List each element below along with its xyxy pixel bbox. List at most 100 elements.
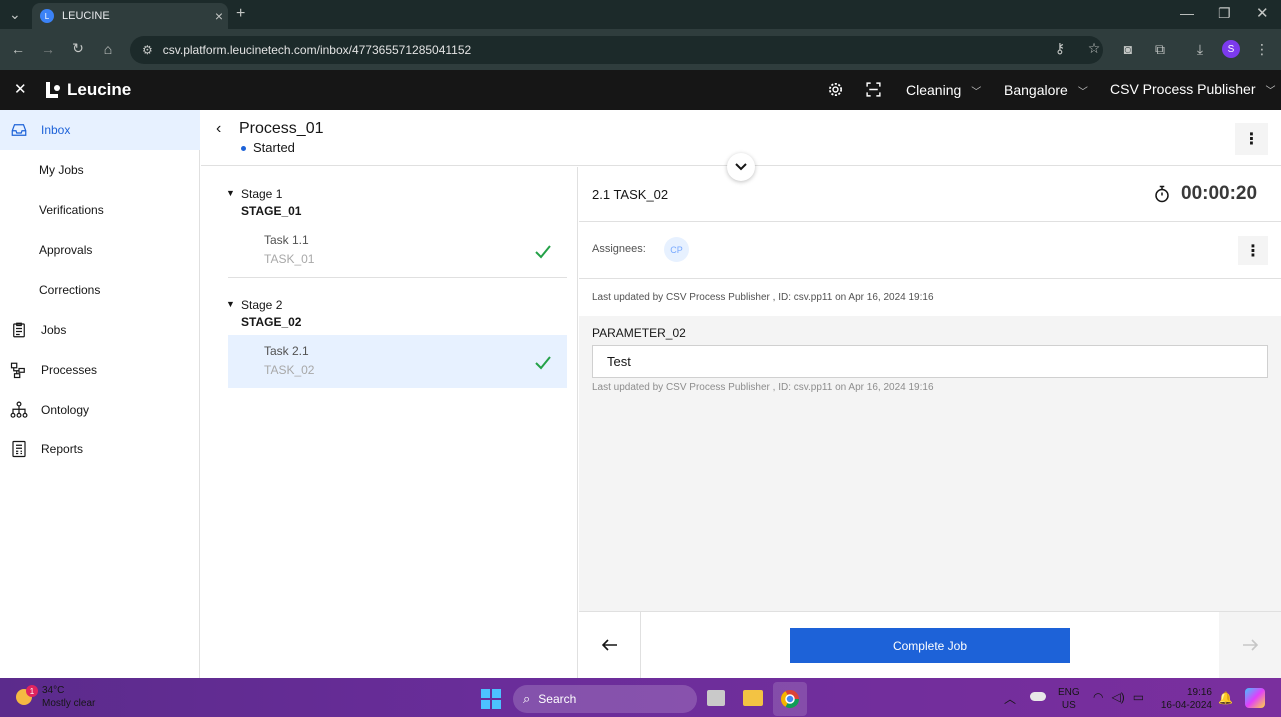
url-text: csv.platform.leucinetech.com/inbox/47736… (162, 43, 472, 57)
site-info-icon[interactable]: ⚙ (142, 43, 153, 57)
collapse-toggle[interactable] (727, 153, 755, 181)
download-icon[interactable]: ⤓ (1190, 41, 1210, 58)
assignees-label: Assignees: (592, 243, 646, 255)
status-badge: Started (241, 140, 295, 155)
new-tab-icon[interactable]: + (236, 5, 245, 23)
sidebar-item-ontology[interactable]: Ontology (0, 390, 200, 430)
restore-icon[interactable]: ❐ (1218, 5, 1231, 22)
user-select[interactable]: CSV Process Publisher ﹀ (1110, 81, 1276, 97)
leucine-logo-icon (46, 82, 60, 98)
password-key-icon[interactable]: ⚷ (1050, 40, 1070, 57)
sidebar-item-jobs[interactable]: Jobs (0, 310, 200, 350)
weather-badge: 1 (26, 685, 38, 697)
task-code: TASK_02 (264, 363, 315, 377)
scan-icon[interactable] (865, 81, 882, 103)
browser-tab[interactable]: L LEUCINE × (32, 3, 228, 29)
user-select-label: CSV Process Publisher (1110, 81, 1256, 97)
hierarchy-icon (9, 400, 29, 420)
parameter-input[interactable]: Test (592, 345, 1268, 378)
task-label: Task 2.1 (264, 344, 309, 358)
wifi-icon[interactable]: ◠ (1093, 690, 1103, 704)
minimize-icon[interactable]: — (1180, 5, 1194, 21)
parameter-label: PARAMETER_02 (592, 326, 686, 340)
copilot-icon[interactable] (1245, 688, 1265, 708)
close-nav-icon[interactable]: ✕ (14, 80, 27, 98)
chrome-icon (781, 690, 799, 709)
sidebar-item-approvals[interactable]: Approvals (0, 230, 200, 270)
process-icon (9, 360, 29, 380)
caret-down-icon[interactable]: ▼ (226, 299, 235, 309)
divider (228, 277, 567, 278)
sidebar-item-my-jobs[interactable]: My Jobs (0, 150, 200, 190)
weather-desc: Mostly clear (42, 698, 96, 709)
reload-icon[interactable]: ↻ (68, 40, 88, 57)
tab-close-icon[interactable]: × (210, 8, 228, 24)
back-chevron-icon[interactable]: ‹ (216, 120, 221, 138)
home-icon[interactable]: ⌂ (98, 41, 118, 57)
hidden-icons-chevron-icon[interactable]: ︿ (1004, 690, 1016, 707)
sidebar-item-label: Verifications (39, 203, 104, 217)
onedrive-cloud-icon[interactable] (1030, 692, 1046, 701)
sidebar-item-label: Corrections (39, 283, 101, 297)
page-title: Process_01 (239, 120, 324, 137)
tab-search-icon[interactable]: ⌄ (9, 6, 21, 23)
browser-menu-icon[interactable]: ⋮ (1252, 41, 1272, 58)
battery-icon[interactable]: ▭ (1133, 690, 1144, 704)
back-icon[interactable]: ← (8, 41, 28, 57)
lang-bottom: US (1061, 700, 1076, 711)
clock-date: 16-04-2024 (1160, 700, 1212, 711)
weather-widget[interactable]: 1 34°C Mostly clear (14, 684, 95, 710)
sidebar-item-processes[interactable]: Processes (0, 350, 200, 390)
notification-bell-icon[interactable]: 🔔 (1218, 691, 1233, 705)
arrow-left-icon (601, 639, 617, 651)
chrome-taskbar-button[interactable] (773, 682, 807, 716)
sidebar-item-label: Processes (41, 363, 98, 377)
task-label: Task 1.1 (264, 233, 309, 247)
sidebar-item-verifications[interactable]: Verifications (0, 190, 200, 230)
clock[interactable]: 19:16 16-04-2024 (1160, 686, 1212, 712)
inbox-icon (9, 120, 29, 140)
sidebar-item-label: Approvals (39, 243, 93, 257)
lang-top: ENG (1058, 687, 1080, 698)
sidebar-item-inbox[interactable]: Inbox (0, 110, 200, 150)
facility-select[interactable]: Cleaning ﹀ (906, 82, 981, 98)
sidebar-item-reports[interactable]: Reports (0, 429, 200, 469)
camera-extension-icon[interactable]: ◙ (1118, 41, 1138, 57)
task-last-updated: Last updated by CSV Process Publisher , … (592, 292, 934, 303)
logo-text: Leucine (67, 80, 132, 99)
app-logo[interactable]: Leucine (42, 80, 131, 100)
profile-avatar[interactable]: S (1222, 40, 1240, 58)
sidebar-item-label: Reports (41, 442, 84, 456)
window-close-icon[interactable]: ✕ (1256, 4, 1269, 22)
previous-task-button[interactable] (579, 612, 641, 678)
taskbar-search[interactable]: ⌕ Search (513, 685, 697, 713)
extensions-icon[interactable]: ⧉ (1150, 41, 1170, 58)
settings-gear-icon[interactable] (827, 81, 844, 103)
task-card[interactable]: Task 1.1 TASK_01 (228, 224, 567, 277)
app-header (0, 70, 1281, 110)
windows-start-icon[interactable] (481, 689, 501, 714)
more-options-icon[interactable]: ⋮ (1235, 123, 1268, 155)
stage-name: STAGE_01 (241, 204, 302, 218)
location-select[interactable]: Bangalore ﹀ (1004, 82, 1088, 98)
sidebar-item-corrections[interactable]: Corrections (0, 270, 200, 310)
forward-icon[interactable]: → (38, 41, 58, 57)
address-bar[interactable]: ⚙ csv.platform.leucinetech.com/inbox/477… (130, 36, 1103, 64)
bookmark-star-icon[interactable]: ☆ (1084, 40, 1104, 57)
complete-job-button[interactable]: Complete Job (790, 628, 1070, 663)
task-card-selected[interactable]: Task 2.1 TASK_02 (228, 335, 567, 388)
sidebar-item-label: Jobs (41, 323, 67, 337)
task-view-icon[interactable] (707, 690, 725, 706)
caret-down-icon[interactable]: ▼ (226, 188, 235, 198)
assignee-avatar[interactable]: CP (664, 237, 689, 262)
status-dot-icon (241, 146, 246, 152)
clipboard-icon (9, 320, 29, 340)
task-more-options-icon[interactable]: ⋮ (1238, 236, 1268, 265)
clock-time: 19:16 (1186, 687, 1212, 698)
file-explorer-icon[interactable] (743, 690, 763, 706)
next-task-button[interactable] (1219, 612, 1281, 678)
sidebar-item-label: My Jobs (39, 163, 84, 177)
weather-temp: 34°C (42, 685, 65, 696)
volume-icon[interactable]: ◁) (1111, 690, 1124, 704)
language-indicator[interactable]: ENG US (1058, 686, 1080, 712)
